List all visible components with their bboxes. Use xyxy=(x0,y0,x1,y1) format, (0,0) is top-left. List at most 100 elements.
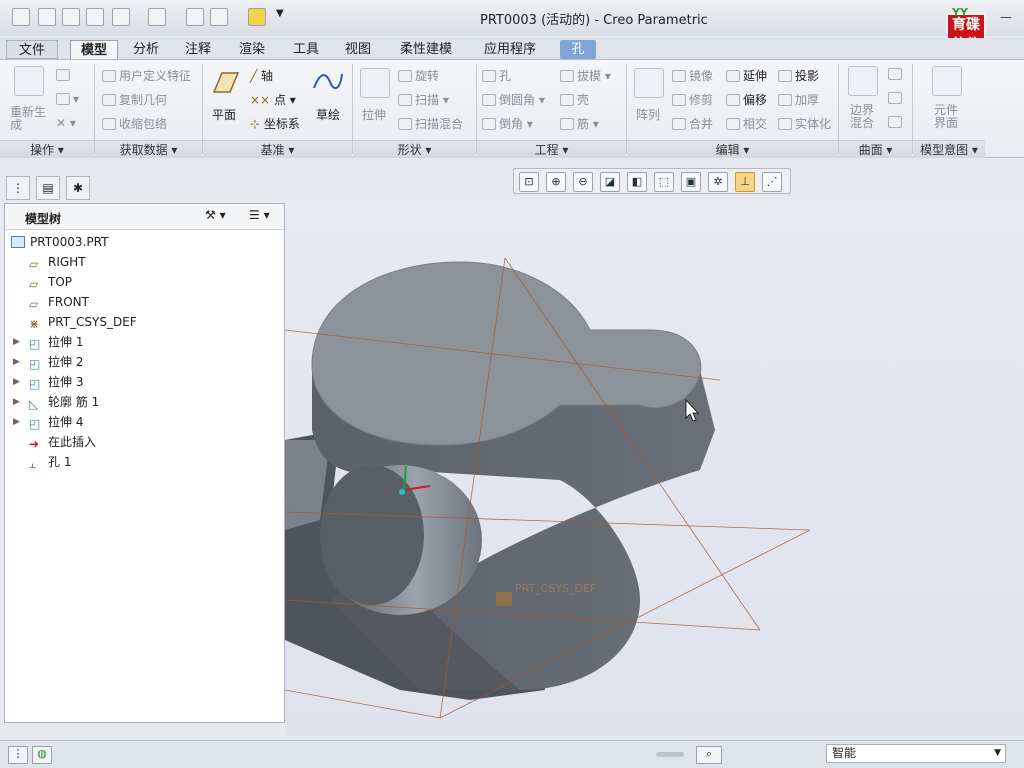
surface-freestyle-icon[interactable] xyxy=(888,115,905,129)
paste-icon[interactable]: ▾ xyxy=(56,92,79,106)
mirror-button[interactable]: 镜像 xyxy=(672,67,713,84)
tab-applications[interactable]: 应用程序 xyxy=(474,40,546,59)
tree-node-right[interactable]: ▱ RIGHT xyxy=(29,252,86,272)
boundary-blend-button[interactable]: 边界混合 xyxy=(850,104,878,130)
sweep-button[interactable]: 扫描 ▾ xyxy=(398,91,449,108)
swept-blend-button[interactable]: 扫描混合 xyxy=(398,115,463,132)
project-button[interactable]: 投影 xyxy=(778,67,819,84)
tab-annotate[interactable]: 注释 xyxy=(176,40,220,59)
thicken-button[interactable]: 加厚 xyxy=(778,91,819,108)
open-file-icon[interactable] xyxy=(62,8,80,26)
tree-node-csys[interactable]: ⋇ PRT_CSYS_DEF xyxy=(29,312,137,332)
selection-filter-select[interactable]: 智能 ▼ xyxy=(826,744,1006,763)
model-tree-tab-icon[interactable]: ⋮ xyxy=(6,176,30,200)
repaint-icon[interactable]: ◪ xyxy=(600,172,620,192)
group-engineering[interactable]: 工程 ▾ xyxy=(477,140,626,158)
tree-node-extrude-3[interactable]: ▶ ◰ 拉伸 3 xyxy=(13,372,83,392)
boundary-blend-icon[interactable] xyxy=(848,66,878,96)
csys-button[interactable]: ⊹ 坐标系 xyxy=(250,115,300,132)
pattern-button[interactable]: 阵列 xyxy=(636,106,660,123)
pattern-icon[interactable] xyxy=(634,68,664,98)
shell-button[interactable]: 壳 xyxy=(560,91,589,108)
intersect-button[interactable]: 相交 xyxy=(726,115,767,132)
find-icon[interactable]: ⌕ xyxy=(696,746,722,764)
draft-button[interactable]: 拔模 ▾ xyxy=(560,67,611,84)
save-icon[interactable] xyxy=(86,8,104,26)
tree-node-front[interactable]: ▱ FRONT xyxy=(29,292,89,312)
tab-analysis[interactable]: 分析 xyxy=(124,40,168,59)
extrude-icon[interactable] xyxy=(360,68,390,98)
point-button[interactable]: ×× 点 ▾ xyxy=(250,91,296,108)
folder-browser-tab-icon[interactable]: ▤ xyxy=(36,176,60,200)
display-style-icon[interactable]: ◧ xyxy=(627,172,647,192)
hole-button[interactable]: 孔 xyxy=(482,67,511,84)
group-operations[interactable]: 操作 ▾ xyxy=(0,140,94,158)
udf-button[interactable]: 用户定义特征 xyxy=(102,67,191,84)
tree-node-extrude-1[interactable]: ▶ ◰ 拉伸 1 xyxy=(13,332,83,352)
extend-button[interactable]: 延伸 xyxy=(726,67,767,84)
plane-icon[interactable] xyxy=(208,70,240,94)
extrude-button[interactable]: 拉伸 xyxy=(362,106,386,123)
solidify-button[interactable]: 实体化 xyxy=(778,115,831,132)
new-file-icon[interactable] xyxy=(38,8,56,26)
saved-orientations-icon[interactable]: ⬚ xyxy=(654,172,674,192)
group-get-data[interactable]: 获取数据 ▾ xyxy=(95,140,202,158)
tree-show-icon[interactable]: ☰ ▾ xyxy=(249,208,270,222)
plane-button[interactable]: 平面 xyxy=(212,106,236,123)
offset-button[interactable]: 偏移 xyxy=(726,91,767,108)
tree-node-profile-rib-1[interactable]: ▶ ◺ 轮廓 筋 1 xyxy=(13,392,99,412)
show-navigator-icon[interactable]: ⋮ xyxy=(8,746,28,764)
copy-geometry-button[interactable]: 复制几何 xyxy=(102,91,167,108)
merge-button[interactable]: 合并 xyxy=(672,115,713,132)
tree-root[interactable]: PRT0003.PRT xyxy=(11,232,108,252)
group-shapes[interactable]: 形状 ▾ xyxy=(353,140,476,158)
rib-button[interactable]: 筋 ▾ xyxy=(560,115,599,132)
regenerate-button[interactable]: 重新生成 xyxy=(10,106,50,132)
regenerate-icon[interactable] xyxy=(14,66,44,96)
spin-center-icon[interactable]: ⊥ xyxy=(735,172,755,192)
undo-icon[interactable] xyxy=(112,8,130,26)
tab-file[interactable]: 文件 xyxy=(6,40,58,59)
group-editing[interactable]: 编辑 ▾ xyxy=(627,140,838,158)
tab-render[interactable]: 渲染 xyxy=(230,40,274,59)
group-surfaces[interactable]: 曲面 ▾ xyxy=(839,140,912,158)
show-browser-icon[interactable]: ◍ xyxy=(32,746,52,764)
tab-hole[interactable]: 孔 xyxy=(560,40,596,59)
windows-icon[interactable] xyxy=(210,8,228,26)
surface-style-icon[interactable] xyxy=(888,91,905,105)
refit-icon[interactable]: ⊡ xyxy=(519,172,539,192)
chamfer-button[interactable]: 倒角 ▾ xyxy=(482,115,533,132)
tab-model[interactable]: 模型 xyxy=(70,40,118,59)
tab-view[interactable]: 视图 xyxy=(336,40,380,59)
tree-node-extrude-4[interactable]: ▶ ◰ 拉伸 4 xyxy=(13,412,83,432)
trim-button[interactable]: 修剪 xyxy=(672,91,713,108)
tab-tools[interactable]: 工具 xyxy=(284,40,328,59)
component-interface-button[interactable]: 元件界面 xyxy=(934,104,962,130)
tree-node-extrude-2[interactable]: ▶ ◰ 拉伸 2 xyxy=(13,352,83,372)
tree-settings-icon[interactable]: ⚒ ▾ xyxy=(205,208,226,222)
round-button[interactable]: 倒圆角 ▾ xyxy=(482,91,545,108)
shrinkwrap-button[interactable]: 收缩包络 xyxy=(102,115,167,132)
tree-node-hole-1[interactable]: ⫠ 孔 1 xyxy=(29,452,71,472)
annotation-display-icon[interactable]: ⋰ xyxy=(762,172,782,192)
sketch-icon[interactable] xyxy=(312,68,344,94)
favorites-tab-icon[interactable]: ✱ xyxy=(66,176,90,200)
tree-node-insert-here[interactable]: ➜ 在此插入 xyxy=(29,432,96,452)
component-interface-icon[interactable] xyxy=(932,66,962,96)
minimize-button[interactable]: — xyxy=(1000,10,1012,24)
close-window-folder-icon[interactable] xyxy=(248,8,266,26)
tab-flexible-modeling[interactable]: 柔性建模 xyxy=(390,40,462,59)
sketch-button[interactable]: 草绘 xyxy=(316,106,340,123)
axis-button[interactable]: ╱ 轴 xyxy=(250,67,273,84)
regenerate-quick-icon[interactable] xyxy=(186,8,204,26)
graphics-window[interactable]: PRT_CSYS_DEF xyxy=(285,196,1024,736)
datum-display-filters-icon[interactable]: ✲ xyxy=(708,172,728,192)
customize-quick-access-icon[interactable]: ▼ xyxy=(276,8,294,26)
copy-icon[interactable] xyxy=(56,68,73,82)
part-model-view[interactable]: PRT_CSYS_DEF xyxy=(285,196,1024,736)
app-icon[interactable] xyxy=(12,8,30,26)
delete-icon[interactable]: ✕ ▾ xyxy=(56,116,76,130)
view-manager-icon[interactable]: ▣ xyxy=(681,172,701,192)
surface-tool-icon[interactable] xyxy=(888,67,905,81)
zoom-in-icon[interactable]: ⊕ xyxy=(546,172,566,192)
